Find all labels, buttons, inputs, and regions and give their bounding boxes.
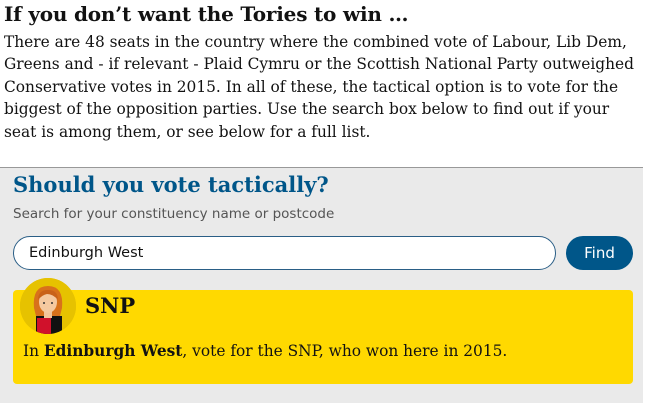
constituency-search-input[interactable] bbox=[13, 236, 556, 270]
result-text: In Edinburgh West, vote for the SNP, who… bbox=[23, 342, 507, 360]
find-button[interactable]: Find bbox=[566, 236, 633, 270]
party-name: SNP bbox=[85, 293, 136, 318]
result-constituency: Edinburgh West bbox=[43, 342, 183, 360]
search-label: Search for your constituency name or pos… bbox=[13, 206, 335, 222]
result-text-prefix: In bbox=[23, 342, 44, 360]
tactical-vote-widget: Should you vote tactically? Search for y… bbox=[0, 168, 643, 403]
snp-candidate-avatar-icon bbox=[20, 278, 76, 334]
article-headline: If you don’t want the Tories to win … bbox=[4, 2, 409, 26]
result-text-suffix: , vote for the SNP, who won here in 2015… bbox=[182, 342, 508, 360]
result-card: SNP In Edinburgh West, vote for the SNP,… bbox=[13, 278, 633, 384]
widget-title: Should you vote tactically? bbox=[13, 172, 329, 197]
article-intro: There are 48 seats in the country where … bbox=[4, 33, 635, 141]
